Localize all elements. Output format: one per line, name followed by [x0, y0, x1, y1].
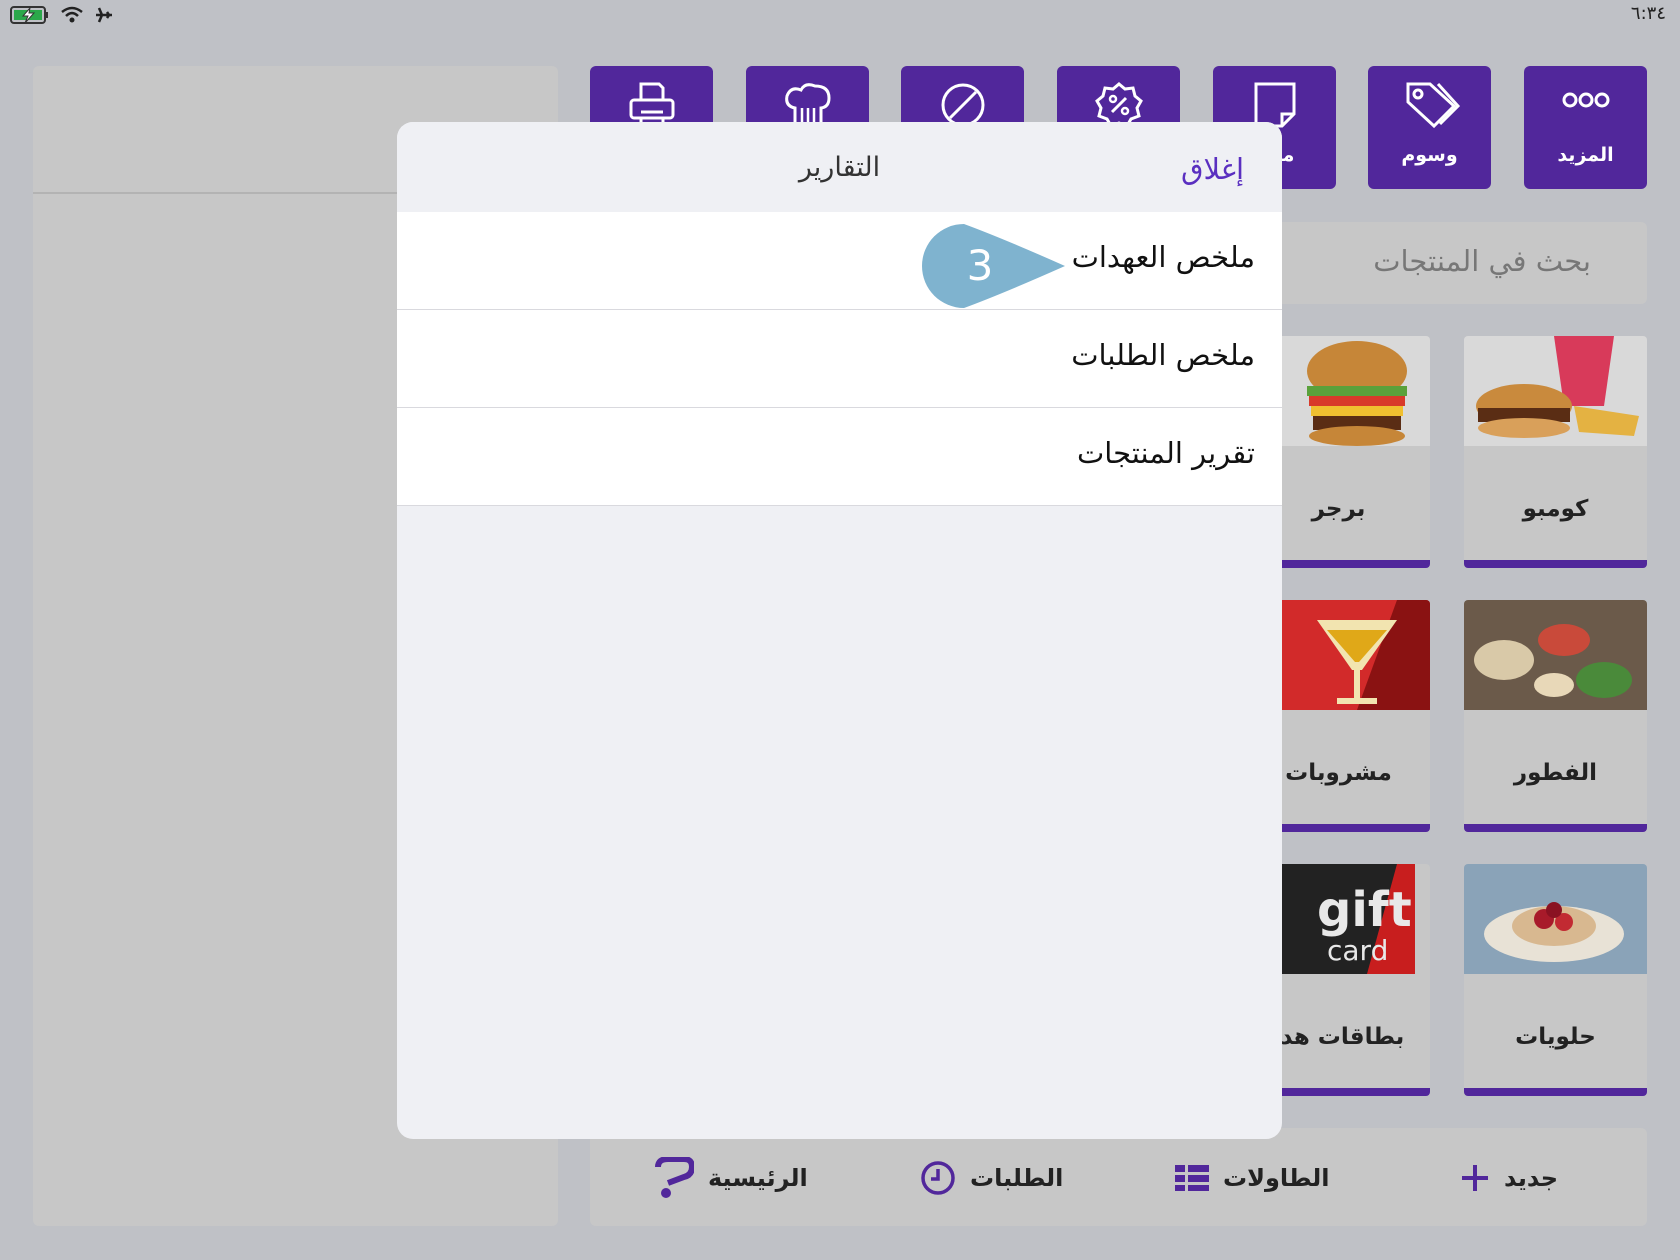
category-card-breakfast[interactable]: الفطور — [1464, 600, 1647, 832]
step-callout: 3 — [922, 224, 1065, 308]
tags-button-label: وسوم — [1401, 144, 1458, 166]
home-logo-icon — [655, 1157, 694, 1198]
combo-image — [1464, 336, 1647, 446]
category-card-desserts[interactable]: حلويات — [1464, 864, 1647, 1096]
battery-charging-icon — [10, 6, 48, 24]
modal-title: التقارير — [798, 152, 881, 183]
category-label: كومبو — [1522, 496, 1589, 522]
category-label: الفطور — [1513, 760, 1598, 786]
report-item-label: ملخص العهدات — [1071, 240, 1255, 274]
close-button[interactable]: إغلاق — [1181, 152, 1244, 186]
report-item-products-report[interactable]: تقرير المنتجات — [397, 408, 1282, 506]
airplane-icon — [96, 7, 112, 23]
home-button[interactable]: الرئيسية — [654, 1157, 808, 1198]
category-accent-bar — [1464, 560, 1647, 568]
report-item-label: ملخص الطلبات — [1071, 338, 1255, 372]
more-dots-icon — [1562, 92, 1609, 108]
reports-modal: التقارير إغلاق ملخص العهدات ملخص الطلبات… — [397, 122, 1282, 1139]
card-word: card — [1327, 934, 1388, 967]
tables-grid-icon — [1175, 1165, 1209, 1191]
modal-header: التقارير إغلاق — [397, 122, 1282, 212]
tag-icon — [1406, 82, 1460, 129]
status-bar: ٦:٣٤ — [0, 0, 1680, 30]
new-order-label: جديد — [1504, 1164, 1559, 1192]
more-button-label: المزيد — [1557, 144, 1614, 166]
status-icons — [8, 4, 114, 26]
category-card-combo[interactable]: كومبو — [1464, 336, 1647, 568]
search-placeholder: بحث في المنتجات — [1373, 244, 1591, 278]
category-accent-bar — [1464, 1088, 1647, 1096]
gift-card-word: gift — [1317, 882, 1412, 938]
more-button[interactable]: المزيد — [1524, 66, 1647, 189]
report-item-label: تقرير المنتجات — [1076, 436, 1255, 470]
tables-label: الطاولات — [1223, 1164, 1330, 1192]
status-time: ٦:٣٤ — [1630, 3, 1666, 24]
plus-icon — [1462, 1165, 1488, 1191]
category-label: حلويات — [1515, 1024, 1596, 1050]
step-number: 3 — [967, 241, 994, 290]
tags-button[interactable]: وسوم — [1368, 66, 1491, 189]
bottom-nav: جديد الطاولات الطلبات الرئيسية — [590, 1128, 1647, 1226]
orders-label: الطلبات — [970, 1164, 1064, 1192]
desserts-image — [1464, 864, 1647, 974]
report-item-custody-summary[interactable]: ملخص العهدات — [397, 212, 1282, 310]
orders-button[interactable]: الطلبات — [920, 1158, 1063, 1198]
breakfast-image — [1464, 600, 1647, 710]
tables-button[interactable]: الطاولات — [1175, 1158, 1330, 1198]
wifi-icon — [61, 6, 83, 23]
clock-icon — [921, 1161, 955, 1195]
category-accent-bar — [1464, 824, 1647, 832]
reports-list: ملخص العهدات ملخص الطلبات تقرير المنتجات — [397, 212, 1282, 506]
new-order-button[interactable]: جديد — [1460, 1158, 1558, 1198]
report-item-orders-summary[interactable]: ملخص الطلبات — [397, 310, 1282, 408]
home-label: الرئيسية — [708, 1164, 808, 1192]
